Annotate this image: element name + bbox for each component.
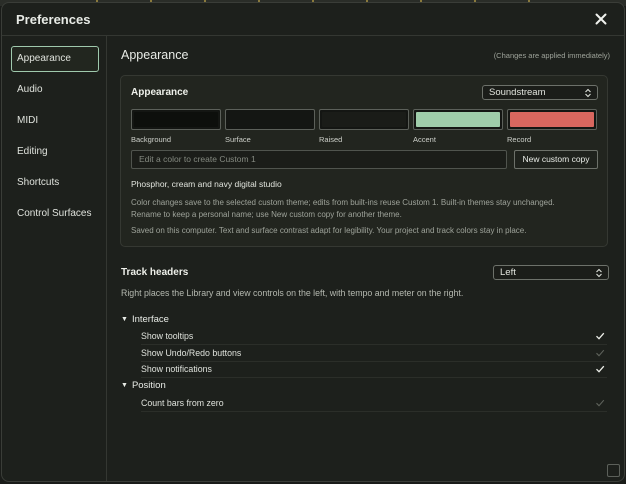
chevron-updown-icon	[596, 268, 602, 278]
check-icon	[596, 349, 605, 357]
dialog-titlebar: Preferences	[2, 3, 624, 36]
swatch-label: Raised	[319, 135, 343, 144]
sidebar-item-appearance[interactable]: Appearance	[11, 46, 99, 72]
appearance-card: Appearance Soundstream Background Surfac…	[120, 75, 608, 247]
swatch-label: Surface	[225, 135, 251, 144]
swatch-label: Record	[507, 135, 532, 144]
sidebar-item-shortcuts[interactable]: Shortcuts	[11, 170, 99, 196]
group-position[interactable]: ▼ Position	[121, 380, 166, 391]
help-text-line: Color changes save to the selected custo…	[131, 198, 555, 207]
card-title: Appearance	[131, 87, 189, 98]
custom-color-input[interactable]: Edit a color to create Custom 1	[131, 150, 507, 169]
new-custom-copy-button[interactable]: New custom copy	[514, 150, 598, 169]
triangle-down-icon: ▼	[121, 316, 128, 323]
sidebar-item-audio[interactable]: Audio	[11, 77, 99, 103]
option-show-notifications[interactable]: Show notifications	[141, 361, 607, 378]
swatch-label: Background	[131, 135, 172, 144]
dialog-title: Preferences	[16, 12, 91, 27]
option-label: Show tooltips	[141, 331, 194, 341]
option-label: Show Undo/Redo buttons	[141, 348, 242, 358]
swatch-background[interactable]	[131, 109, 221, 130]
chevron-updown-icon	[585, 88, 591, 98]
option-count-bars-from-zero[interactable]: Count bars from zero	[141, 395, 607, 412]
group-label: Interface	[131, 314, 169, 325]
check-icon	[596, 332, 605, 340]
swatch-record[interactable]	[507, 109, 597, 130]
group-interface[interactable]: ▼ Interface	[121, 314, 169, 325]
theme-name: Phosphor, cream and navy digital studio	[131, 179, 282, 189]
triangle-down-icon: ▼	[121, 382, 128, 389]
preferences-content: Appearance (Changes are applied immediat…	[107, 36, 624, 481]
check-icon	[596, 399, 605, 407]
changes-note: (Changes are applied immediately)	[493, 51, 610, 60]
help-text-line: Rename to keep a personal name; use New …	[131, 210, 402, 219]
sidebar-item-editing[interactable]: Editing	[11, 139, 99, 165]
group-label: Position	[131, 380, 166, 391]
option-show-tooltips[interactable]: Show tooltips	[141, 328, 607, 345]
track-headers-label: Track headers	[121, 267, 189, 278]
option-label: Count bars from zero	[141, 398, 224, 408]
sidebar-item-midi[interactable]: MIDI	[11, 108, 99, 134]
sidebar-item-control-surfaces[interactable]: Control Surfaces	[11, 201, 99, 227]
check-icon	[596, 365, 605, 373]
track-headers-select-value: Left	[500, 267, 516, 278]
swatch-accent[interactable]	[413, 109, 503, 130]
swatch-label: Accent	[413, 135, 436, 144]
track-headers-select[interactable]: Left	[493, 265, 609, 280]
option-label: Show notifications	[141, 364, 212, 374]
close-icon	[595, 13, 607, 25]
resize-handle[interactable]	[607, 464, 620, 477]
preferences-sidebar: Appearance Audio MIDI Editing Shortcuts …	[2, 36, 107, 481]
option-show-undo-redo[interactable]: Show Undo/Redo buttons	[141, 345, 607, 362]
swatch-surface[interactable]	[225, 109, 315, 130]
theme-select[interactable]: Soundstream	[482, 85, 598, 100]
section-title: Appearance	[121, 48, 189, 62]
swatch-raised[interactable]	[319, 109, 409, 130]
close-button[interactable]	[592, 10, 610, 28]
preferences-dialog: Preferences Appearance Audio MIDI Editin…	[1, 2, 625, 482]
track-headers-description: Right places the Library and view contro…	[121, 288, 464, 298]
theme-select-value: Soundstream	[489, 87, 546, 98]
custom-color-placeholder: Edit a color to create Custom 1	[139, 154, 256, 164]
help-text-line: Saved on this computer. Text and surface…	[131, 226, 527, 235]
